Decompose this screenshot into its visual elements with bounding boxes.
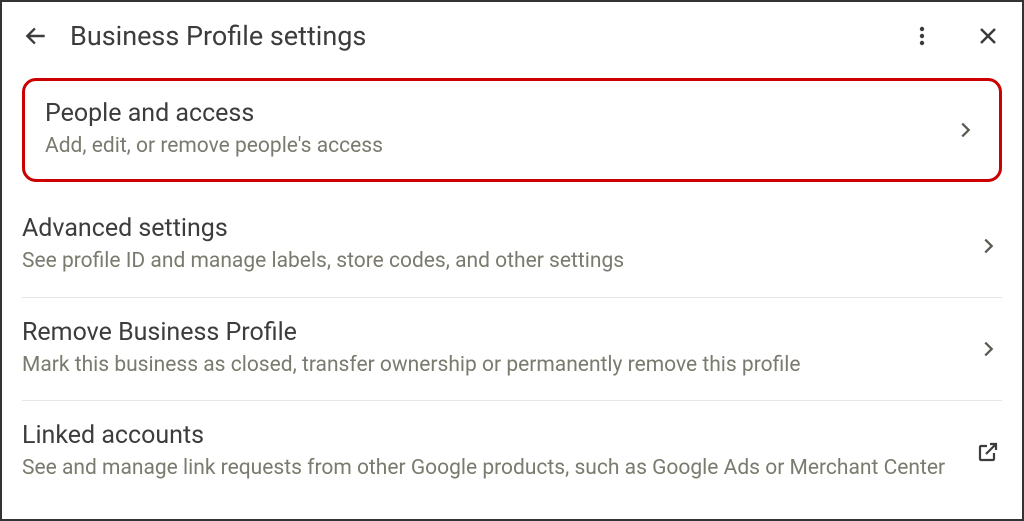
page-title: Business Profile settings bbox=[70, 20, 888, 52]
chevron-right-icon bbox=[974, 232, 1002, 260]
item-title: Advanced settings bbox=[22, 214, 958, 243]
item-text: People and access Add, edit, or remove p… bbox=[45, 99, 935, 161]
more-options-icon[interactable] bbox=[908, 22, 936, 50]
chevron-right-icon bbox=[951, 116, 979, 144]
item-description: Add, edit, or remove people's access bbox=[45, 132, 935, 161]
external-link-icon bbox=[974, 438, 1002, 466]
item-description: Mark this business as closed, transfer o… bbox=[22, 351, 958, 380]
settings-item-people-access[interactable]: People and access Add, edit, or remove p… bbox=[22, 78, 1002, 182]
item-text: Linked accounts See and manage link requ… bbox=[22, 421, 958, 483]
settings-item-linked-accounts[interactable]: Linked accounts See and manage link requ… bbox=[22, 401, 1002, 503]
item-description: See and manage link requests from other … bbox=[22, 454, 958, 483]
settings-list: People and access Add, edit, or remove p… bbox=[2, 78, 1022, 504]
settings-item-advanced[interactable]: Advanced settings See profile ID and man… bbox=[22, 194, 1002, 297]
item-text: Remove Business Profile Mark this busine… bbox=[22, 318, 958, 380]
close-icon[interactable] bbox=[974, 22, 1002, 50]
item-title: Remove Business Profile bbox=[22, 318, 958, 347]
item-text: Advanced settings See profile ID and man… bbox=[22, 214, 958, 276]
item-title: People and access bbox=[45, 99, 935, 128]
header: Business Profile settings bbox=[2, 2, 1022, 70]
item-title: Linked accounts bbox=[22, 421, 958, 450]
item-description: See profile ID and manage labels, store … bbox=[22, 247, 958, 276]
settings-item-remove-profile[interactable]: Remove Business Profile Mark this busine… bbox=[22, 298, 1002, 401]
back-arrow-icon[interactable] bbox=[22, 22, 50, 50]
chevron-right-icon bbox=[974, 335, 1002, 363]
